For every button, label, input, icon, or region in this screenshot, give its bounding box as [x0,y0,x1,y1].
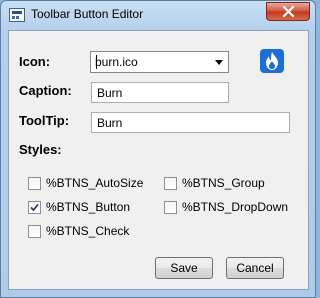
checkbox-btns-dropdown[interactable] [164,201,177,214]
flame-icon [266,52,278,70]
close-button[interactable] [266,2,310,21]
icon-combobox-value: burn.ico [95,55,138,69]
caption-input[interactable]: Burn [91,82,229,103]
dialog-window: Toolbar Button Editor Icon: burn.ico Cap… [0,0,316,298]
tooltip-input[interactable]: Burn [91,112,290,133]
dropdown-arrow-icon[interactable] [215,60,223,65]
dialog-body: Icon: burn.ico Caption: Burn ToolTip: Bu… [8,30,309,290]
window-title: Toolbar Button Editor [31,7,144,21]
checkbox-btns-check[interactable] [28,225,41,238]
caption-input-value: Burn [97,86,123,100]
checkbox-btns-group-label[interactable]: %BTNS_Group [182,176,265,190]
close-icon [282,6,295,18]
icon-preview [260,49,284,73]
checkbox-btns-dropdown-label[interactable]: %BTNS_DropDown [182,200,288,214]
title-bar[interactable]: Toolbar Button Editor [1,1,315,31]
tooltip-input-value: Burn [97,116,123,130]
checkbox-btns-button[interactable] [28,201,41,214]
caption-label: Caption: [19,83,72,98]
icon-combobox[interactable]: burn.ico [90,51,229,73]
styles-label: Styles: [19,142,62,157]
checkbox-btns-autosize[interactable] [28,177,41,190]
save-button[interactable]: Save [155,257,213,279]
checkbox-btns-autosize-label[interactable]: %BTNS_AutoSize [46,176,143,190]
checkbox-btns-check-label[interactable]: %BTNS_Check [46,224,129,238]
checkbox-btns-group[interactable] [164,177,177,190]
icon-label: Icon: [19,54,51,69]
tooltip-label: ToolTip: [19,113,70,128]
toolbar-app-icon [9,8,25,22]
cancel-button[interactable]: Cancel [226,257,284,279]
checkbox-btns-button-label[interactable]: %BTNS_Button [46,200,130,214]
checkmark-icon [30,203,39,212]
